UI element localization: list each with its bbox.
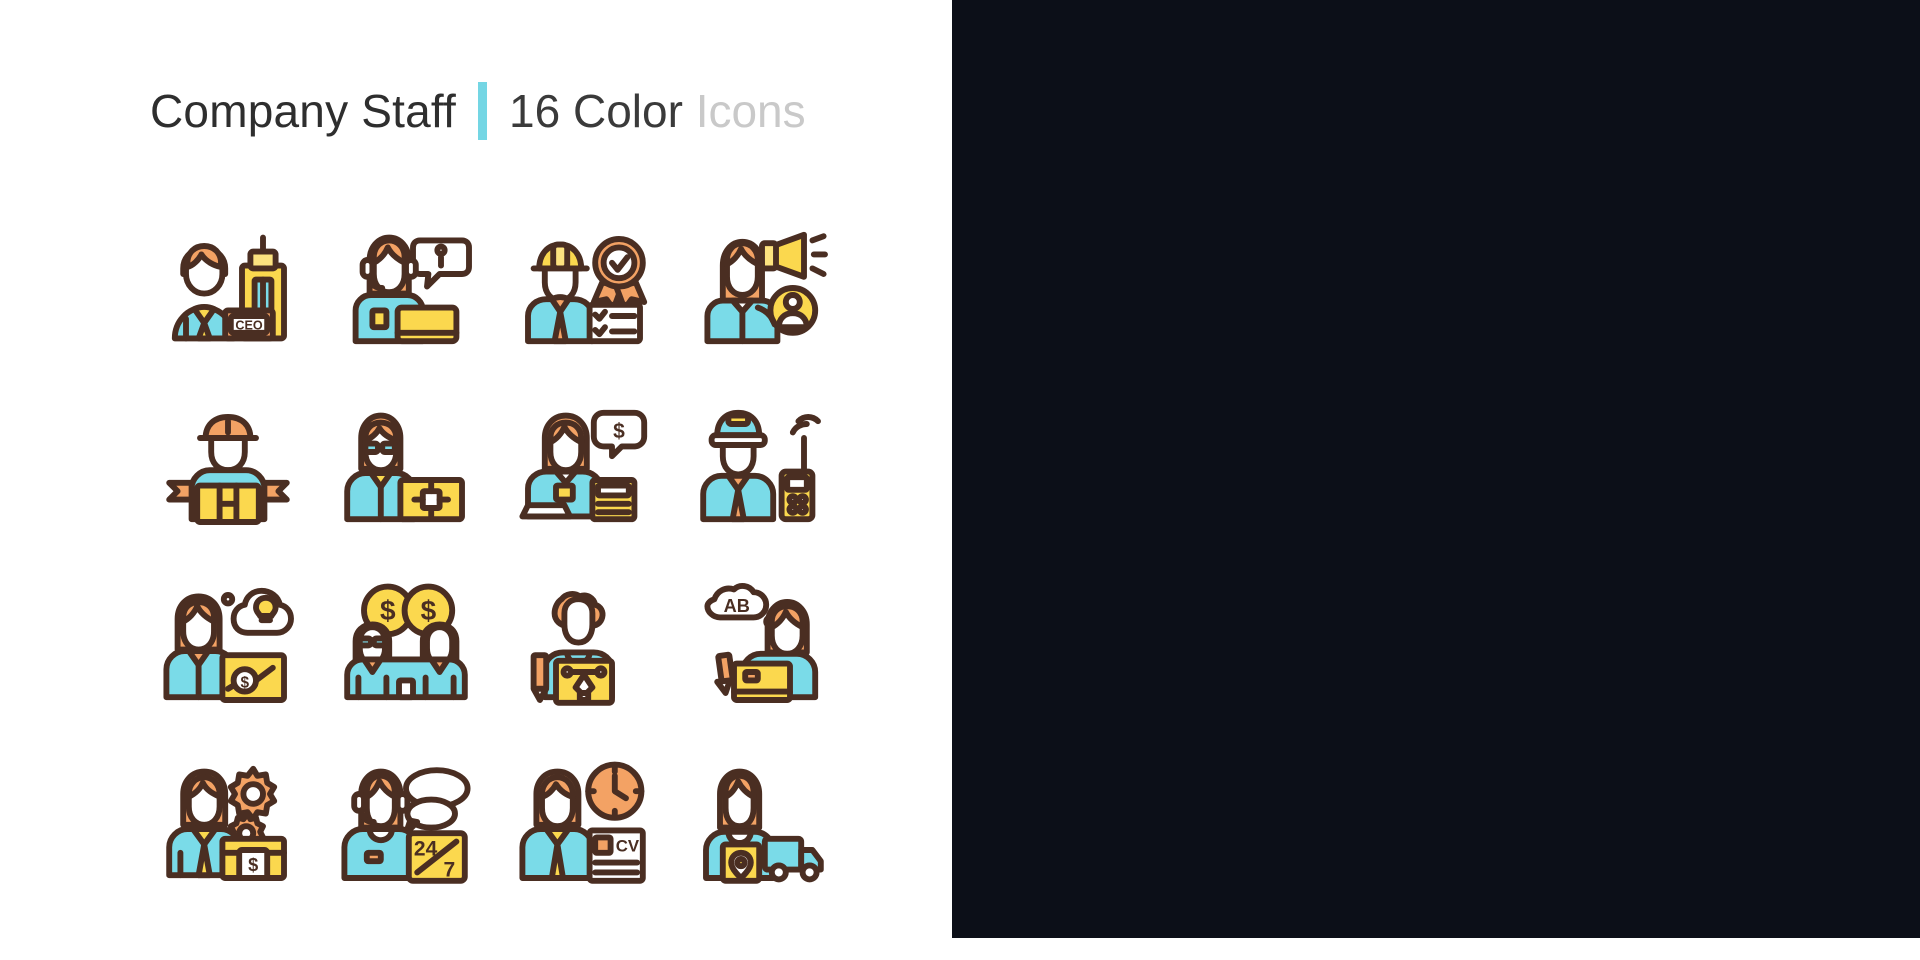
icon-grid-light: CEO $ $ $ $ AB $ 24 7 CV: [140, 200, 850, 910]
logistics-manager-icon[interactable]: [674, 734, 850, 910]
header-title-row: Company Staff 16 Color Icons: [150, 80, 806, 142]
icon-set-showcase: Company Staff 16 Color Icons CEO $ $ $ $…: [0, 0, 1920, 960]
investors-pair-icon[interactable]: $ $: [318, 556, 494, 732]
support-hours-bottom-label: 7: [444, 859, 456, 882]
hr-manager-icon[interactable]: $: [140, 734, 316, 910]
it-technician-icon[interactable]: [318, 378, 494, 554]
title-divider: [478, 82, 488, 140]
accountant-dollar-label: $: [613, 420, 625, 443]
ceo-badge-label: CEO: [235, 318, 262, 332]
subtitle-count: 16 Color: [509, 85, 683, 137]
marketing-promoter-icon[interactable]: [674, 200, 850, 376]
ceo-executive-icon[interactable]: CEO: [140, 200, 316, 376]
business-analyst-icon[interactable]: $: [140, 556, 316, 732]
graphic-designer-icon[interactable]: [496, 556, 672, 732]
light-theme-panel: Company Staff 16 Color Icons CEO $ $ $ $…: [0, 0, 952, 960]
page-subtitle: 16 Color Icons: [509, 84, 806, 138]
call-center-agent-icon[interactable]: [318, 200, 494, 376]
support-24-7-icon[interactable]: 24 7: [318, 734, 494, 910]
dark-theme-panel: CEO: [952, 0, 1920, 960]
investor-coin-label-1: $: [380, 595, 396, 626]
translator-icon[interactable]: AB: [674, 556, 850, 732]
accountant-icon[interactable]: $: [496, 378, 672, 554]
quality-engineer-icon[interactable]: [496, 200, 672, 376]
security-guard-icon[interactable]: [674, 378, 850, 554]
delivery-courier-icon[interactable]: [140, 378, 316, 554]
translator-ab-label: AB: [724, 596, 750, 616]
recruiter-cv-label: CV: [616, 836, 640, 855]
footer-strip: [0, 938, 1920, 960]
subtitle-word: Icons: [695, 85, 806, 137]
page-title: Company Staff: [150, 85, 457, 137]
hr-dollar-label: $: [248, 855, 258, 875]
investor-coin-label-2: $: [421, 595, 437, 626]
recruiter-icon[interactable]: CV: [496, 734, 672, 910]
analyst-dollar-label: $: [241, 674, 250, 691]
